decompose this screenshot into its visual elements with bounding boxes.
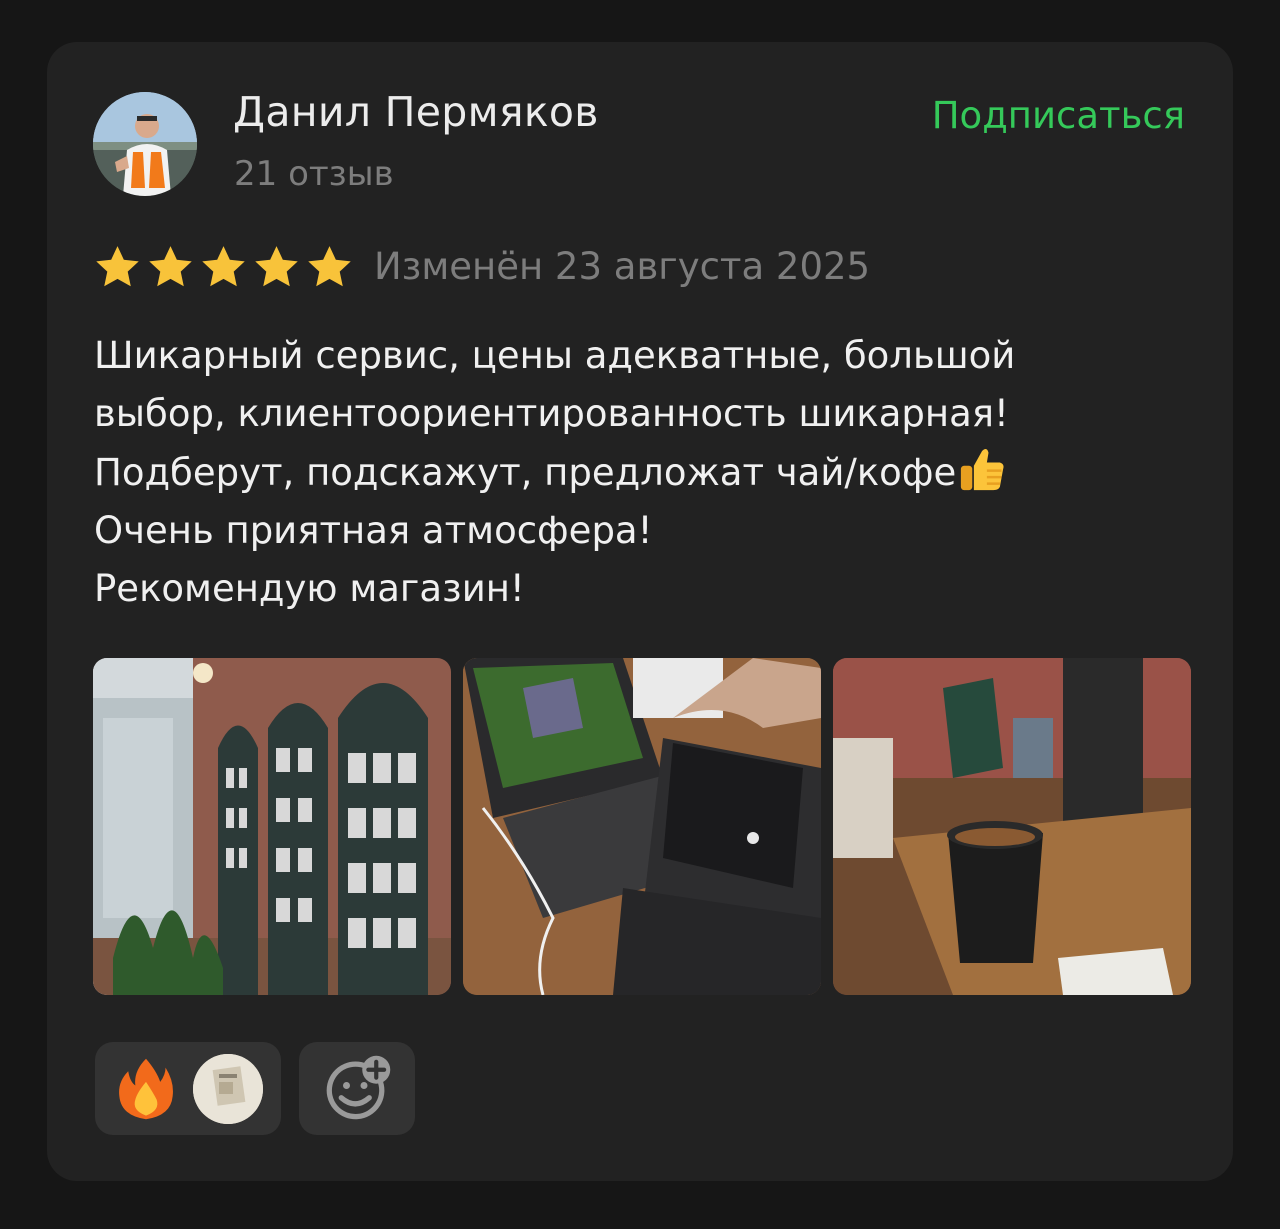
review-line: Очень приятная атмосфера! (94, 509, 653, 552)
add-emoji-icon (326, 1055, 391, 1119)
star-icon (255, 245, 298, 286)
user-avatar[interactable] (193, 1053, 263, 1124)
star-icon (96, 245, 139, 286)
star-icon (149, 245, 192, 286)
star-icon (202, 245, 245, 286)
thumbs-up-icon (961, 449, 1004, 491)
review-line-with-emoji: Подберут, подскажут, предложат чай/кофе (94, 443, 1174, 502)
star-icon (308, 245, 351, 286)
store-shelves-photo[interactable] (93, 658, 451, 995)
author-avatar[interactable] (93, 92, 197, 196)
review-line: Шикарный сервис, цены адекватные, большо… (94, 334, 1016, 377)
review-card: Данил Пермяков 21 отзыв Подписаться Изме… (47, 42, 1233, 1181)
review-line: Рекомендую магазин! (94, 567, 525, 610)
coffee-cup-photo[interactable] (833, 658, 1191, 995)
edited-date: Изменён 23 августа 2025 (374, 245, 871, 288)
author-name[interactable]: Данил Пермяков (233, 88, 599, 136)
laptops-on-table-photo[interactable] (463, 658, 821, 995)
review-line: выбор, клиентоориентированность шикарная… (94, 392, 1009, 435)
add-reaction-button[interactable] (299, 1042, 415, 1135)
review-line: Подберут, подскажут, предложат чай/кофе (94, 451, 957, 494)
review-text: Шикарный сервис, цены адекватные, большо… (94, 327, 1174, 618)
fire-icon[interactable] (117, 1057, 175, 1121)
subscribe-button[interactable]: Подписаться (932, 94, 1185, 137)
reactions-bar[interactable] (95, 1042, 281, 1135)
rating-stars (93, 242, 354, 292)
review-photos (93, 658, 1191, 995)
author-reviews-count: 21 отзыв (234, 154, 394, 194)
